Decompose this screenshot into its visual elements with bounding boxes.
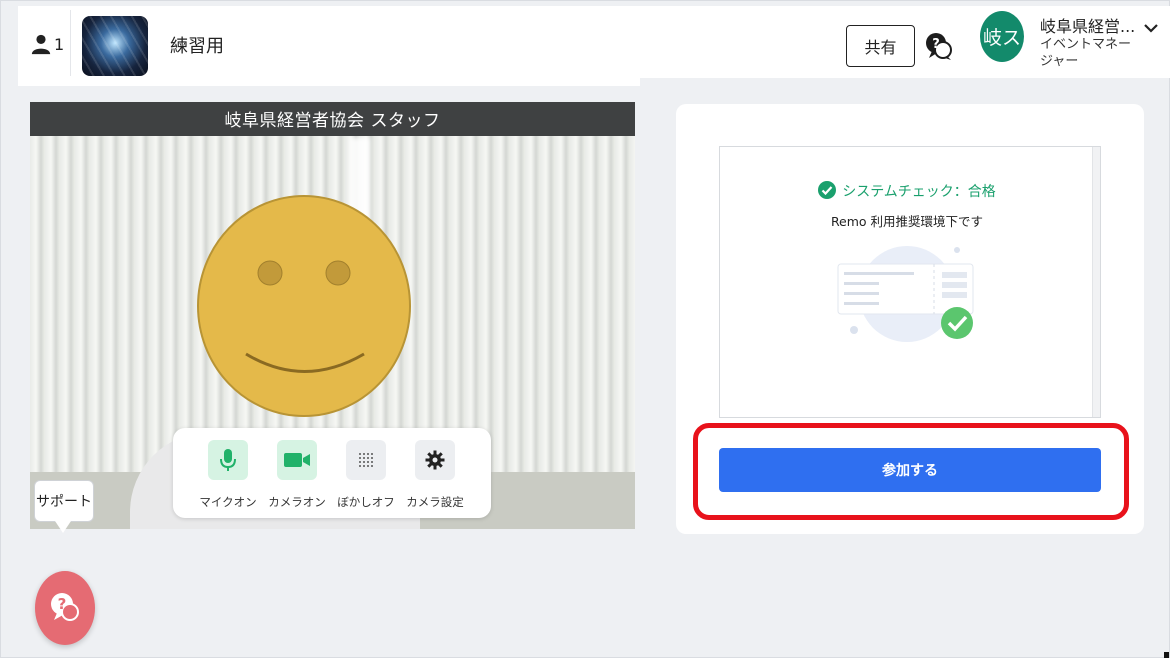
smiley-face-mask <box>197 195 411 417</box>
system-check-title-text: システムチェック：合格 <box>842 184 996 200</box>
blur-toggle-label: ぼかしオフ <box>337 495 395 509</box>
participant-counter[interactable]: 1 <box>30 33 64 55</box>
camera-settings-label: カメラ設定 <box>406 495 464 509</box>
mic-toggle[interactable]: マイクオン <box>191 440 265 510</box>
blur-icon <box>359 453 373 467</box>
help-button[interactable]: ? <box>35 571 95 645</box>
microphone-icon <box>220 449 236 471</box>
support-tooltip: サポート <box>34 480 94 522</box>
help-chat-icon[interactable]: ? <box>924 30 954 62</box>
system-check-subtitle: Remo 利用推奨環境下です <box>830 214 984 229</box>
system-check-card: システムチェック：合格 Remo 利用推奨環境下です <box>719 146 1101 418</box>
camera-icon <box>284 453 310 467</box>
blur-toggle[interactable]: ぼかしオフ <box>329 440 403 510</box>
media-controls: マイクオン カメラオン ぼかしオフ カメラ設定 <box>173 428 491 518</box>
chevron-down-icon[interactable] <box>1143 22 1159 34</box>
camera-toggle-label: カメラオン <box>268 495 326 509</box>
room-name: 練習用 <box>170 36 224 57</box>
svg-text:?: ? <box>58 595 67 613</box>
svg-text:?: ? <box>932 37 940 52</box>
video-name-label: 岐阜県経営者協会 スタッフ <box>224 111 441 131</box>
participant-count: 1 <box>54 34 65 54</box>
mic-toggle-label: マイクオン <box>199 495 257 509</box>
system-check-title: システムチェック：合格 <box>720 181 1094 201</box>
gear-icon <box>425 450 445 470</box>
camera-settings[interactable]: カメラ設定 <box>398 440 472 510</box>
person-icon <box>31 34 51 55</box>
share-button[interactable]: 共有 <box>846 25 915 67</box>
help-chat-icon: ? <box>51 593 79 621</box>
avatar[interactable]: 岐ス <box>980 11 1024 62</box>
room-thumbnail <box>82 16 148 76</box>
user-name[interactable]: 岐阜県経営... <box>1040 13 1135 37</box>
support-tooltip-tail <box>55 521 71 533</box>
join-button[interactable]: 参加する <box>719 448 1101 492</box>
camera-toggle[interactable]: カメラオン <box>260 440 334 510</box>
divider <box>70 10 71 76</box>
user-role: イベントマネージャー <box>1040 37 1132 69</box>
corner-mark <box>1164 652 1169 658</box>
system-check-illustration <box>837 246 974 342</box>
check-circle-icon <box>818 181 837 199</box>
